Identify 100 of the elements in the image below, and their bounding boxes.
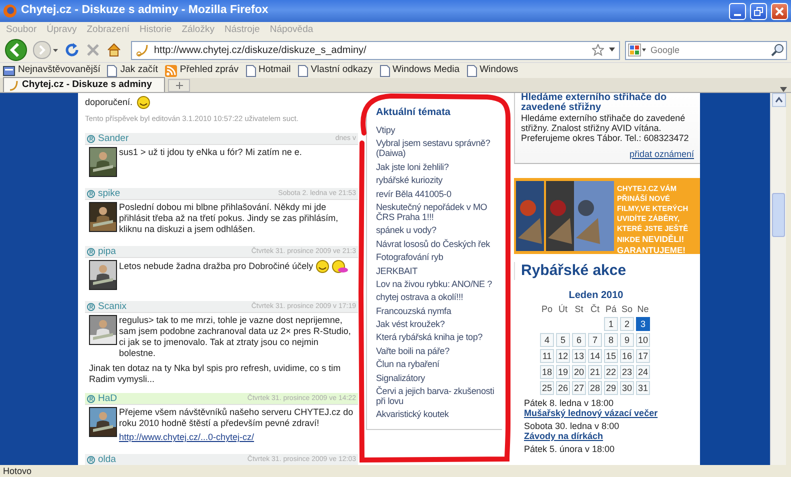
post-text: Poslední dobou mi blbne přihlašování. Někdy mi jde přihlásit třeba až na třetí pokus. Jindy se zas přihlásím, kliknu na diskuzi a jsem odhlášen. (119, 202, 338, 234)
calendar-day[interactable]: 26 (556, 381, 570, 395)
calendar-day[interactable]: 21 (588, 365, 602, 379)
post-text: doporučení. (85, 97, 133, 108)
topic-link[interactable]: Signalizátory (376, 372, 499, 383)
calendar-day[interactable]: 29 (604, 381, 618, 395)
bookmark-link[interactable]: Windows Media (380, 63, 460, 78)
bookmark-link[interactable]: Jak začít (107, 63, 158, 78)
calendar-day[interactable]: 12 (556, 349, 570, 363)
topic-link[interactable]: Jak vést kroužek? (376, 319, 499, 330)
page-icon (107, 64, 118, 76)
browser-tab[interactable]: Chytej.cz - Diskuze s adminy (3, 77, 165, 92)
topic-link[interactable]: Člun na rybaření (376, 359, 499, 370)
calendar-day[interactable]: 18 (540, 365, 554, 379)
scroll-up-icon[interactable] (772, 93, 786, 107)
tab-list-button[interactable] (780, 87, 787, 92)
topic-link[interactable]: JERKBAIT (376, 266, 499, 276)
calendar-day[interactable]: 4 (540, 333, 554, 347)
calendar-day[interactable]: 15 (604, 349, 618, 363)
back-button[interactable] (4, 39, 28, 61)
event-date: Pátek 5. února v 18:00 (524, 444, 616, 454)
topic-link[interactable]: revír Běla 441005-0 (376, 188, 499, 199)
topic-link[interactable]: spánek u vody? (376, 225, 499, 236)
calendar-day[interactable]: 17 (636, 349, 650, 363)
calendar-day[interactable]: 8 (604, 333, 618, 347)
address-field[interactable]: http://www.chytej.cz/diskuze/diskuze_s_adminy/ (131, 40, 620, 60)
calendar-day[interactable]: 3 (636, 317, 650, 331)
topic-link[interactable]: Návrat lososů do Českých řek (376, 238, 499, 249)
event-date: Pátek 8. ledna v 18:00 (524, 398, 615, 408)
close-button[interactable] (771, 2, 788, 20)
registered-icon (87, 394, 95, 403)
scroll-thumb[interactable] (772, 193, 785, 237)
page-icon (380, 64, 390, 76)
topic-link[interactable]: Neskutečný nepořádek v MO ČRS Praha 1!!! (376, 202, 499, 222)
event-link[interactable]: Závody na dírkách (524, 431, 700, 441)
scrollbar[interactable] (770, 93, 786, 465)
calendar-day[interactable]: 7 (588, 333, 602, 347)
add-notice-link[interactable]: přidat oznámení (521, 149, 694, 160)
bookmark-link[interactable]: Nejnavštěvovanější (3, 63, 100, 78)
calendar-day[interactable]: 14 (588, 349, 602, 363)
weekday-label: Po (540, 304, 554, 315)
smiley-icon (136, 96, 150, 109)
bookmark-link[interactable]: Windows (466, 63, 518, 78)
calendar-day[interactable]: 23 (620, 365, 634, 379)
search-field[interactable]: Google (625, 40, 787, 60)
stop-icon (85, 42, 101, 58)
calendar-day[interactable]: 28 (588, 381, 602, 395)
new-tab-button[interactable] (168, 79, 190, 92)
calendar-day[interactable]: 10 (636, 333, 650, 347)
post-text: Přejeme všem návštěvníků našeho serveru CHYTEJ.cz do roku 2010 hodně štěstí a především pevné zdraví! (119, 407, 354, 428)
topic-link[interactable]: Francouzská nymfa (376, 306, 499, 316)
reload-button[interactable] (64, 42, 80, 58)
calendar-day[interactable]: 6 (572, 333, 586, 347)
reload-icon (64, 42, 80, 58)
calendar-day[interactable]: 13 (572, 349, 586, 363)
tongue-smiley-icon (332, 260, 350, 274)
username-link[interactable]: HaD (98, 392, 118, 406)
minimize-button[interactable] (729, 2, 746, 20)
topic-link[interactable]: Jak jste loni žehlili? (376, 162, 499, 172)
topic-link[interactable]: Fotografování ryb (376, 252, 499, 262)
home-button[interactable] (106, 42, 122, 58)
event-date: Sobota 30. ledna v 8:00 (524, 421, 620, 431)
topic-link[interactable]: chytej ostrava a okolí!!! (376, 292, 499, 302)
notice-text: Hledáme externího střihače do zavedené střižny. Znalost střižny AVID vítána. Preferujeme okres Tábor. Tel.: 608323472 (521, 113, 690, 143)
home-icon (106, 42, 122, 58)
bookmark-link[interactable]: Vlastní odkazy (298, 63, 373, 78)
bookmark-link[interactable]: Přehled zpráv (164, 63, 239, 78)
maximize-button[interactable] (750, 2, 767, 20)
event-link[interactable]: Mušařský lednový vázací večer (524, 408, 700, 418)
topic-link[interactable]: Vařte boili na páře? (376, 346, 499, 356)
calendar-day[interactable]: 27 (572, 381, 586, 395)
calendar-day[interactable]: 24 (636, 365, 650, 379)
calendar-day[interactable]: 31 (636, 381, 650, 395)
username-link[interactable]: pipa (98, 244, 116, 259)
username-link[interactable]: Scanix (98, 300, 127, 314)
topic-link[interactable]: Vybral jsem sestavu správně?(Daiwa) (376, 138, 499, 158)
calendar-day[interactable]: 30 (620, 381, 634, 395)
topic-link[interactable]: Akvaristický koutek (376, 409, 499, 420)
topic-link[interactable]: Vtipy (376, 125, 499, 135)
calendar-day[interactable]: 11 (540, 349, 554, 363)
search-icon[interactable] (771, 44, 784, 56)
post-link[interactable]: http://www.chytej.cz/...0-chytej-cz/ (119, 432, 254, 444)
star-icon[interactable] (592, 44, 604, 56)
folder-icon (3, 65, 15, 76)
topic-link[interactable]: Lov na živou rybku: ANO/NE ? (376, 278, 499, 289)
caret-icon[interactable] (609, 48, 616, 52)
topic-link[interactable]: rybářské kuriozity (376, 175, 499, 186)
calendar-day[interactable]: 9 (620, 333, 634, 347)
calendar-day[interactable]: 16 (620, 349, 634, 363)
calendar-day[interactable]: 25 (540, 381, 554, 395)
calendar-day[interactable]: 2 (620, 317, 634, 331)
topic-link[interactable]: Která rybářská kniha je top? (376, 332, 499, 342)
restore-icon (754, 6, 763, 16)
calendar-day[interactable]: 19 (556, 365, 570, 379)
calendar-day[interactable]: 22 (604, 365, 618, 379)
bookmark-link[interactable]: Hotmail (246, 63, 291, 78)
calendar-day[interactable]: 1 (604, 317, 618, 331)
topic-link[interactable]: Červi a jejich barva- zkušenosti při lovu (376, 386, 499, 406)
calendar-day[interactable]: 20 (572, 365, 586, 379)
calendar-day[interactable]: 5 (556, 333, 570, 347)
